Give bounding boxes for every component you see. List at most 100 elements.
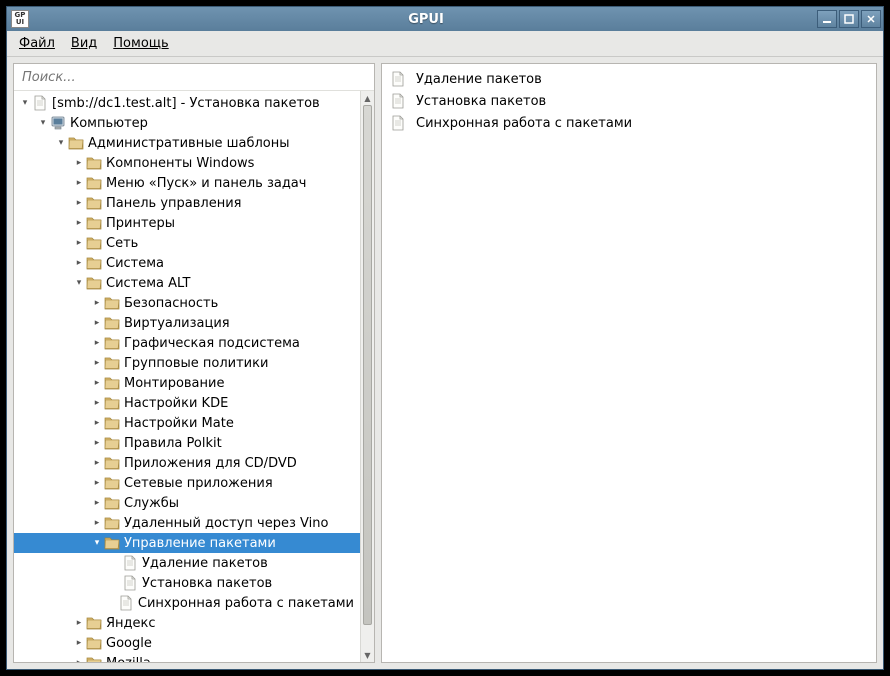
tree-row[interactable]: ▸ Компоненты Windows <box>14 153 360 173</box>
tree-row[interactable]: ▸Яндекс <box>14 613 360 633</box>
chevron-right-icon[interactable]: ▸ <box>90 496 104 510</box>
search-input[interactable] <box>14 64 374 90</box>
chevron-right-icon[interactable]: ▸ <box>90 356 104 370</box>
chevron-right-icon[interactable]: ▸ <box>72 156 86 170</box>
folder-icon <box>86 175 102 191</box>
tree-node-label: Графическая подсистема <box>124 336 306 351</box>
chevron-right-icon[interactable]: ▸ <box>90 456 104 470</box>
chevron-right-icon[interactable]: ▸ <box>72 236 86 250</box>
folder-icon <box>86 255 102 271</box>
tree-row[interactable]: ▸ Безопасность <box>14 293 360 313</box>
chevron-right-icon[interactable]: ▸ <box>90 516 104 530</box>
folder-icon <box>68 135 84 151</box>
tree-row[interactable]: Установка пакетов <box>14 573 360 593</box>
chevron-right-icon[interactable]: ▸ <box>72 656 86 662</box>
close-button[interactable] <box>861 10 881 28</box>
tree-row[interactable]: ▾Управление пакетами <box>14 533 360 553</box>
tree-row[interactable]: ▸Mozilla <box>14 653 360 662</box>
chevron-right-icon[interactable]: ▸ <box>90 296 104 310</box>
tree-node-label: Панель управления <box>106 196 248 211</box>
chevron-down-icon[interactable]: ▾ <box>54 136 68 150</box>
folder-icon <box>86 235 102 251</box>
tree-node-label: Удаленный доступ через Vino <box>124 516 334 531</box>
tree-node-label: Система <box>106 256 170 271</box>
tree-row[interactable]: ▸Сеть <box>14 233 360 253</box>
menu-help[interactable]: Помощь <box>107 33 174 54</box>
tree-node-label: Службы <box>124 496 185 511</box>
computer-icon <box>50 115 66 131</box>
chevron-right-icon[interactable]: ▸ <box>72 216 86 230</box>
folder-icon <box>86 155 102 171</box>
chevron-right-icon[interactable]: ▸ <box>72 256 86 270</box>
tree-row[interactable]: ▸ Графическая подсистема <box>14 333 360 353</box>
chevron-right-icon[interactable]: ▸ <box>90 416 104 430</box>
menu-file[interactable]: Файл <box>13 33 61 54</box>
doc-icon <box>390 71 406 87</box>
tree-node-label: Компоненты Windows <box>106 156 260 171</box>
chevron-right-icon[interactable]: ▸ <box>72 196 86 210</box>
tree-node-label: Синхронная работа с пакетами <box>138 596 360 611</box>
tree-row[interactable]: ▸Настройки Mate <box>14 413 360 433</box>
tree-row[interactable]: ▾[smb://dc1.test.alt] - Установка пакето… <box>14 93 360 113</box>
maximize-button[interactable] <box>839 10 859 28</box>
folder-icon <box>86 615 102 631</box>
list-item-label: Синхронная работа с пакетами <box>416 116 632 131</box>
folder-icon <box>86 195 102 211</box>
list-item[interactable]: Удаление пакетов <box>386 68 872 90</box>
tree-row[interactable]: ▸ Панель управления <box>14 193 360 213</box>
tree-node-label: Система ALT <box>106 276 196 291</box>
tree-row[interactable]: ▸Google <box>14 633 360 653</box>
vertical-scrollbar[interactable]: ▲ ▼ <box>360 91 374 662</box>
folder-icon <box>104 315 120 331</box>
tree-row[interactable]: ▾Компьютер <box>14 113 360 133</box>
chevron-right-icon[interactable]: ▸ <box>90 316 104 330</box>
tree-node-label: Меню «Пуск» и панель задач <box>106 176 312 191</box>
chevron-right-icon[interactable]: ▸ <box>72 176 86 190</box>
chevron-right-icon[interactable]: ▸ <box>72 636 86 650</box>
list-item[interactable]: Синхронная работа с пакетами <box>386 112 872 134</box>
scroll-up-button[interactable]: ▲ <box>361 91 374 105</box>
chevron-right-icon[interactable]: ▸ <box>90 336 104 350</box>
tree-row[interactable]: ▸ Система <box>14 253 360 273</box>
minimize-button[interactable] <box>817 10 837 28</box>
tree-node-label: Монтирование <box>124 376 230 391</box>
tree-node-label: Сетевые приложения <box>124 476 279 491</box>
tree-row[interactable]: ▸Правила Polkit <box>14 433 360 453</box>
scroll-down-button[interactable]: ▼ <box>361 648 374 662</box>
scroll-thumb[interactable] <box>363 105 372 625</box>
tree-row[interactable]: ▸ Сетевые приложения <box>14 473 360 493</box>
folder-icon <box>104 455 120 471</box>
left-panel: ▾[smb://dc1.test.alt] - Установка пакето… <box>13 63 375 663</box>
folder-icon <box>86 635 102 651</box>
folder-icon <box>104 535 120 551</box>
chevron-down-icon[interactable]: ▾ <box>72 276 86 290</box>
tree-row[interactable]: ▸Виртуализация <box>14 313 360 333</box>
chevron-right-icon[interactable]: ▸ <box>90 476 104 490</box>
doc-icon <box>390 115 406 131</box>
tree-node-label: Безопасность <box>124 296 224 311</box>
menu-view[interactable]: Вид <box>65 33 103 54</box>
chevron-down-icon[interactable]: ▾ <box>36 116 50 130</box>
chevron-right-icon[interactable]: ▸ <box>90 436 104 450</box>
tree-row[interactable]: Удаление пакетов <box>14 553 360 573</box>
tree-row[interactable]: ▸Приложения для CD/DVD <box>14 453 360 473</box>
tree-row[interactable]: ▸ Службы <box>14 493 360 513</box>
tree-row[interactable]: ▸ Монтирование <box>14 373 360 393</box>
chevron-right-icon[interactable]: ▸ <box>72 616 86 630</box>
tree-row[interactable]: ▸Групповые политики <box>14 353 360 373</box>
tree-row[interactable]: ▸Настройки KDE <box>14 393 360 413</box>
tree-row[interactable]: ▸Принтеры <box>14 213 360 233</box>
tree-view[interactable]: ▾[smb://dc1.test.alt] - Установка пакето… <box>14 91 374 662</box>
chevron-down-icon[interactable]: ▾ <box>90 536 104 550</box>
tree-row[interactable]: ▾Административные шаблоны <box>14 133 360 153</box>
chevron-right-icon[interactable]: ▸ <box>90 376 104 390</box>
tree-row[interactable]: ▸ Меню «Пуск» и панель задач <box>14 173 360 193</box>
tree-row[interactable]: ▸ Удаленный доступ через Vino <box>14 513 360 533</box>
chevron-down-icon[interactable]: ▾ <box>18 96 32 110</box>
tree-row[interactable]: Синхронная работа с пакетами <box>14 593 360 613</box>
chevron-right-icon[interactable]: ▸ <box>90 396 104 410</box>
titlebar[interactable]: GP UI GPUI <box>7 7 883 31</box>
tree-row[interactable]: ▾ Система ALT <box>14 273 360 293</box>
folder-icon <box>86 215 102 231</box>
list-item[interactable]: Установка пакетов <box>386 90 872 112</box>
